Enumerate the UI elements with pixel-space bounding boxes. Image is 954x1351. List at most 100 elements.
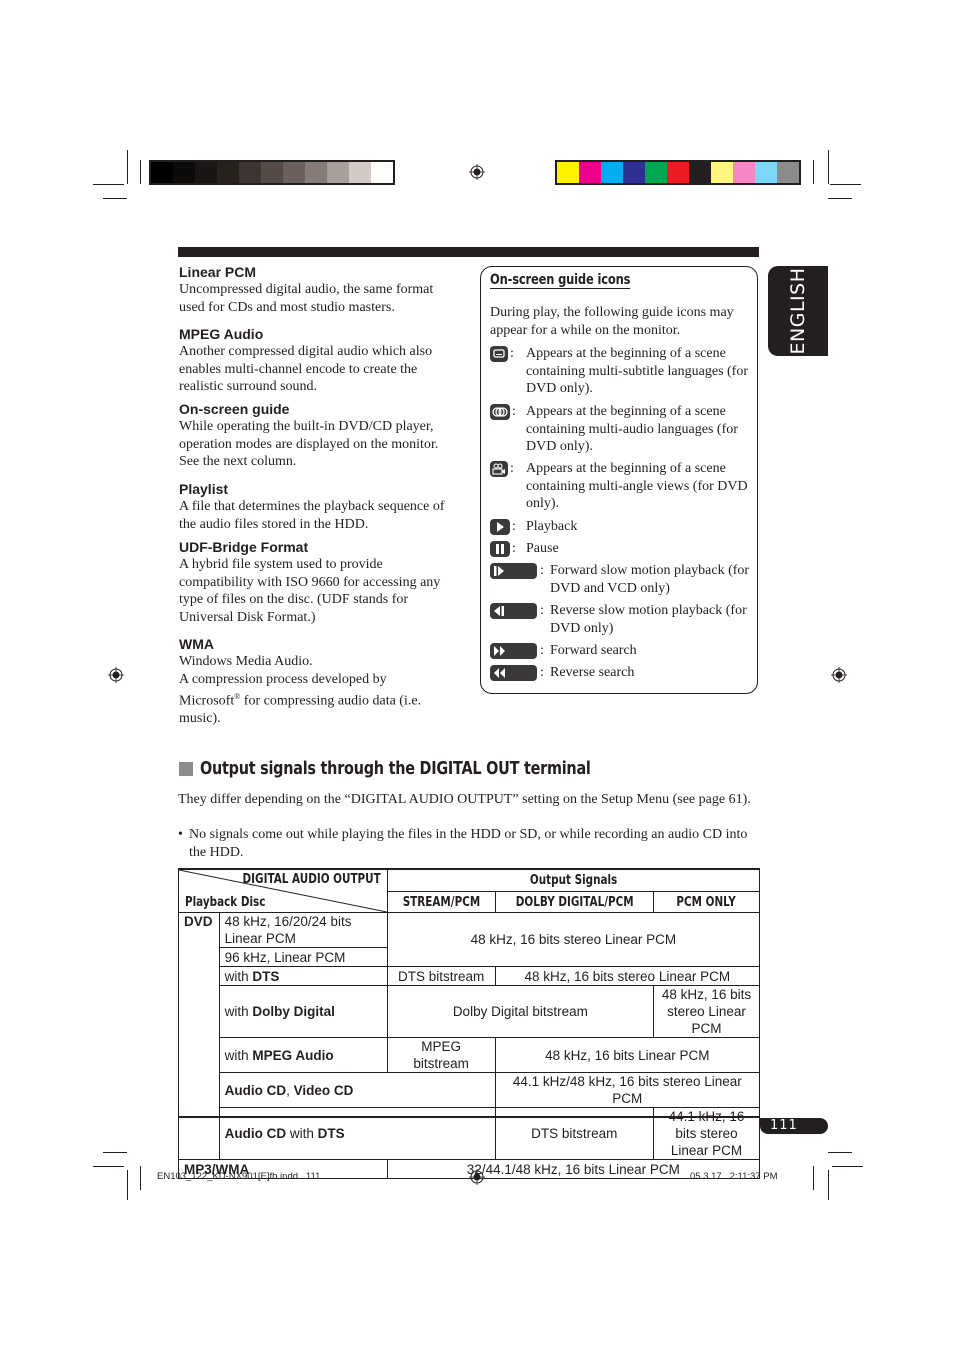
crop-mark bbox=[127, 150, 128, 184]
corner-label-output: DIGITAL AUDIO OUTPUT bbox=[242, 872, 381, 887]
crop-mark bbox=[140, 1166, 141, 1190]
play-icon bbox=[490, 519, 510, 535]
crop-mark bbox=[93, 184, 124, 185]
output-signals-header: Output Signals bbox=[386, 867, 761, 892]
disc-name: Audio CD bbox=[224, 1126, 287, 1141]
guide-item-text: Appears at the beginning of a scene cont… bbox=[526, 461, 748, 511]
with-text: with bbox=[224, 1047, 249, 1063]
guide-item: : Reverse slow motion playback (for DVD … bbox=[490, 602, 755, 638]
glossary-entry: WMA Windows Media Audio. A compression p… bbox=[179, 636, 459, 728]
glossary-term: Playlist bbox=[179, 481, 229, 497]
glossary-definition: Another compressed digital audio which a… bbox=[179, 344, 433, 394]
glossary-term: MPEG Audio bbox=[179, 326, 264, 342]
color-swatch bbox=[711, 162, 733, 183]
color-swatch bbox=[151, 162, 173, 183]
forward-search-icon bbox=[490, 643, 537, 659]
color-swatch bbox=[349, 162, 371, 183]
disc-format-cell: with MPEG Audio bbox=[218, 1037, 388, 1073]
separator: , bbox=[286, 1082, 294, 1098]
guide-item: : Pause bbox=[490, 540, 750, 558]
reverse-slow-icon bbox=[490, 603, 537, 619]
output-cell: Dolby Digital bitstream bbox=[386, 985, 654, 1038]
output-cell: DTS bitstream bbox=[386, 966, 496, 986]
glossary-term: WMA bbox=[179, 636, 214, 652]
angle-icon bbox=[490, 461, 508, 477]
table-row: with Dolby Digital Dolby Digital bitstre… bbox=[179, 985, 761, 1038]
header-text: DOLBY DIGITAL/PCM bbox=[515, 894, 634, 910]
guide-icons-box: On-screen guide icons During play, the f… bbox=[480, 266, 758, 694]
glossary-term: On-screen guide bbox=[179, 401, 290, 417]
section-heading: Output signals through the DIGITAL OUT t… bbox=[179, 758, 688, 779]
crop-mark bbox=[832, 1166, 863, 1167]
color-swatch bbox=[777, 162, 799, 183]
output-signals-table: DIGITAL AUDIO OUTPUT Playback Disc Outpu… bbox=[178, 867, 761, 1179]
column-header: STREAM/PCM bbox=[386, 890, 496, 914]
disc-format-cell: 48 kHz, 16/20/24 bits Linear PCM bbox=[218, 912, 388, 948]
table-row: Audio CD, Video CD 44.1 kHz/48 kHz, 16 b… bbox=[179, 1072, 761, 1108]
page-number: 111 bbox=[760, 1118, 828, 1134]
bullet-text: No signals come out while playing the fi… bbox=[189, 827, 748, 860]
color-swatch bbox=[173, 162, 195, 183]
color-swatch bbox=[195, 162, 217, 183]
output-cell: 48 kHz, 16 bits stereo Linear PCM bbox=[494, 966, 761, 986]
output-cell: MPEG bitstream bbox=[386, 1037, 496, 1073]
color-swatch bbox=[579, 162, 601, 183]
section-title: Output signals through the DIGITAL OUT t… bbox=[200, 758, 591, 779]
guide-item: : Forward search bbox=[490, 642, 755, 660]
guide-item-text: Appears at the beginning of a scene cont… bbox=[526, 404, 738, 454]
header-rule bbox=[178, 247, 759, 257]
footer-timestamp: 05.3.17 2:11:37 PM bbox=[690, 1171, 778, 1182]
header-text: PCM ONLY bbox=[676, 894, 737, 910]
bullet-icon: • bbox=[178, 827, 183, 842]
crop-mark bbox=[828, 1152, 852, 1153]
crop-mark bbox=[127, 1170, 128, 1200]
registration-mark-icon bbox=[831, 667, 847, 683]
language-tab-label: ENGLISH bbox=[787, 267, 809, 355]
footer-rule bbox=[178, 1116, 759, 1118]
color-swatch bbox=[239, 162, 261, 183]
color-swatch bbox=[283, 162, 305, 183]
glossary-definition: A file that determines the playback sequ… bbox=[179, 499, 445, 532]
crop-mark bbox=[828, 198, 852, 199]
audio-language-icon bbox=[490, 404, 510, 420]
grayscale-calibration-bar bbox=[149, 160, 395, 185]
guide-icons-title: On-screen guide icons bbox=[490, 272, 631, 289]
section-intro: They differ depending on the “DIGITAL AU… bbox=[178, 792, 751, 807]
glossary-entry: UDF-Bridge Format A hybrid file system u… bbox=[179, 539, 459, 626]
disc-name: Video CD bbox=[293, 1082, 354, 1098]
guide-item: : Reverse search bbox=[490, 664, 755, 682]
forward-slow-icon bbox=[490, 563, 537, 579]
disc-label-cell: Audio CD, Video CD bbox=[218, 1072, 496, 1108]
guide-item-text: Reverse slow motion playback (for DVD on… bbox=[550, 603, 747, 636]
crop-mark bbox=[140, 160, 141, 184]
color-swatch bbox=[667, 162, 689, 183]
dvd-label: DVD bbox=[178, 912, 220, 1160]
subtitle-icon bbox=[490, 346, 508, 362]
crop-mark bbox=[828, 150, 829, 184]
reverse-search-icon bbox=[490, 665, 537, 681]
crop-mark bbox=[828, 1170, 829, 1200]
format-name: MPEG Audio bbox=[252, 1047, 334, 1063]
output-cell: 48 kHz, 16 bits Linear PCM bbox=[494, 1037, 761, 1073]
output-cell: 48 kHz, 16 bits stereo Linear PCM bbox=[386, 912, 761, 967]
color-swatch bbox=[689, 162, 711, 183]
registration-mark-icon bbox=[108, 667, 124, 683]
table-row: with DTS DTS bitstream 48 kHz, 16 bits s… bbox=[179, 966, 761, 986]
color-swatch bbox=[217, 162, 239, 183]
glossary-definition: Uncompressed digital audio, the same for… bbox=[179, 282, 434, 315]
color-swatch bbox=[557, 162, 579, 183]
table-row: DVD 48 kHz, 16/20/24 bits Linear PCM 48 … bbox=[178, 912, 761, 1160]
glossary-term: UDF-Bridge Format bbox=[179, 539, 309, 555]
color-calibration-bar bbox=[555, 160, 801, 185]
color-swatch bbox=[327, 162, 349, 183]
format-name: DTS bbox=[317, 1126, 345, 1141]
disc-format-cell: 96 kHz, Linear PCM bbox=[218, 947, 388, 967]
guide-item: : Appears at the beginning of a scene co… bbox=[490, 460, 750, 512]
with-text: with bbox=[224, 1004, 249, 1019]
column-header: PCM ONLY bbox=[652, 890, 761, 914]
color-swatch bbox=[755, 162, 777, 183]
crop-mark bbox=[813, 160, 814, 184]
table-row: with MPEG Audio MPEG bitstream 48 kHz, 1… bbox=[179, 1037, 761, 1073]
guide-item-text: Pause bbox=[526, 541, 559, 556]
guide-icons-intro: During play, the following guide icons m… bbox=[490, 305, 734, 338]
